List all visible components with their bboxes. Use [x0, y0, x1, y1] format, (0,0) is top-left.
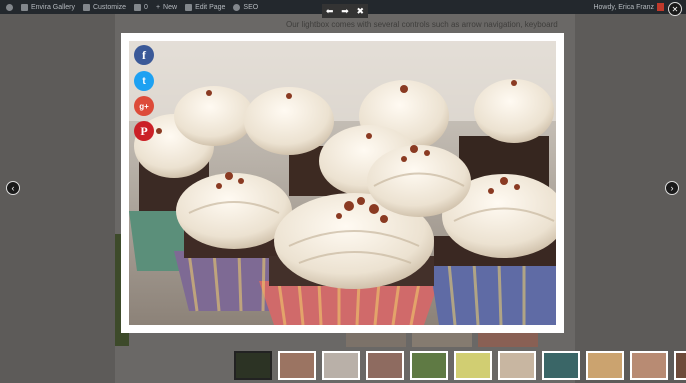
pinterest-share-button[interactable]: P	[134, 121, 154, 141]
googleplus-share-button[interactable]: g+	[134, 96, 154, 116]
thumbnail-greens[interactable]	[410, 351, 448, 380]
lightbox-top-controls: ⬅ ➡ ✖	[322, 4, 368, 18]
page-thumb-dimmed	[346, 333, 406, 347]
lightbox-close-button[interactable]: ✕	[668, 2, 682, 16]
thumbnail-teal-dish[interactable]	[542, 351, 580, 380]
lightbox-frame	[121, 33, 564, 333]
arrow-right-icon[interactable]: ➡	[341, 4, 349, 18]
thumbnail-cupcakes-tray[interactable]	[322, 351, 360, 380]
brush-icon	[82, 3, 90, 11]
admin-seo[interactable]: SEO	[233, 3, 258, 11]
page-intro-text: Our lightbox comes with several controls…	[286, 20, 558, 29]
arrow-left-icon[interactable]: ⬅	[326, 4, 334, 18]
twitter-share-button[interactable]: t	[134, 71, 154, 91]
home-icon	[21, 3, 28, 11]
lightbox-image[interactable]	[129, 41, 556, 325]
page-thumb-dimmed	[478, 333, 538, 347]
seo-icon	[233, 3, 241, 11]
admin-edit-page[interactable]: Edit Page	[185, 3, 225, 11]
admin-comments[interactable]: 0	[134, 3, 148, 11]
wordpress-logo[interactable]	[6, 3, 13, 11]
admin-new[interactable]: + New	[156, 4, 177, 11]
comment-icon	[134, 3, 142, 11]
thumbnail-cupcakes[interactable]	[278, 351, 316, 380]
lightbox-prev-button[interactable]: ‹	[6, 181, 20, 195]
avatar	[657, 3, 664, 11]
thumbnail-bowls[interactable]	[498, 351, 536, 380]
thumbnail-berries[interactable]	[366, 351, 404, 380]
pencil-icon	[185, 3, 193, 11]
thumbnail-strip	[0, 347, 686, 383]
admin-account[interactable]: Howdy, Erica Franz	[593, 0, 664, 14]
cupcakes-photo	[129, 41, 556, 325]
page-thumb-dimmed	[412, 333, 472, 347]
admin-site-name[interactable]: Envira Gallery	[21, 3, 75, 11]
thumbnail-dark-plate[interactable]	[234, 351, 272, 380]
thumbnail-drinks[interactable]	[454, 351, 492, 380]
admin-customize[interactable]: Customize	[82, 3, 126, 11]
close-icon[interactable]: ✖	[357, 4, 365, 18]
plus-icon: +	[155, 3, 161, 11]
thumbnail-salad[interactable]	[674, 351, 686, 380]
thumbnail-pastries[interactable]	[586, 351, 624, 380]
lightbox-next-button[interactable]: ›	[665, 181, 679, 195]
wordpress-icon	[6, 3, 13, 11]
facebook-share-button[interactable]: f	[134, 45, 154, 65]
thumbnail-soup[interactable]	[630, 351, 668, 380]
